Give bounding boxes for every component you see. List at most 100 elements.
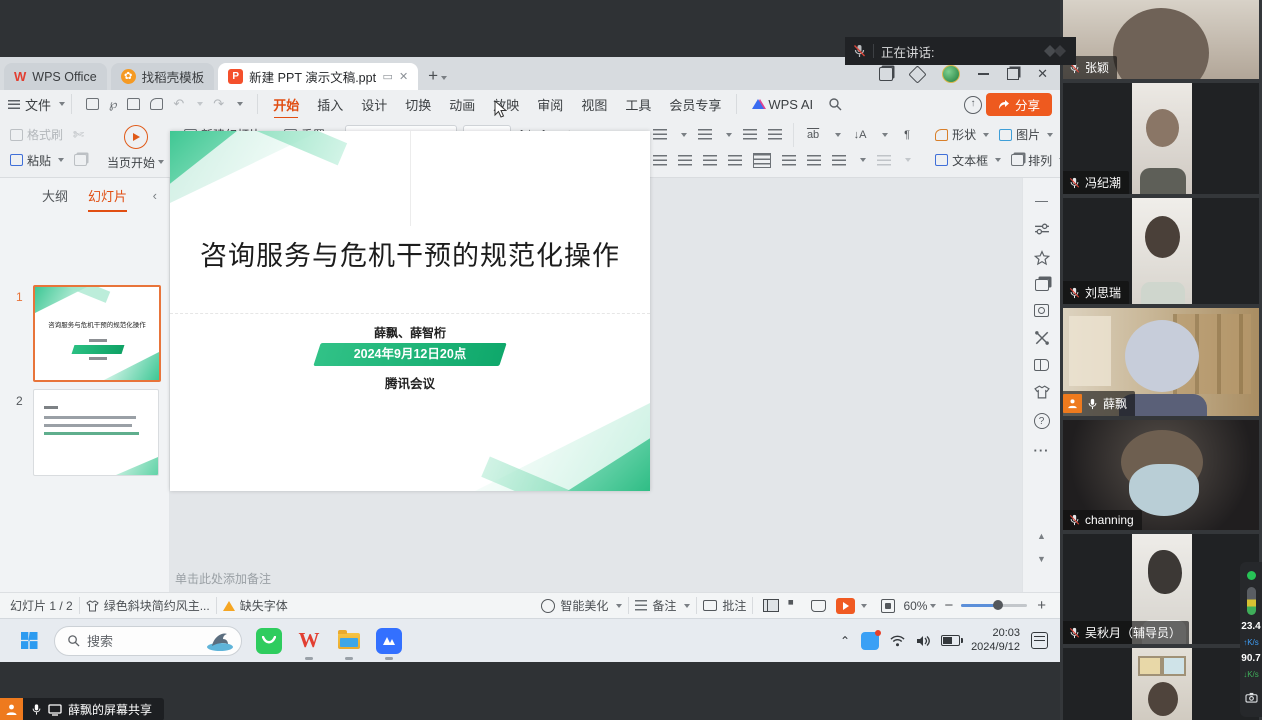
tab-close-icon[interactable]: ✕ — [399, 70, 408, 83]
tray-expand-icon[interactable]: ⌃ — [840, 634, 850, 648]
menu-insert[interactable]: 插入 — [308, 95, 352, 114]
taskbar-app-store-icon[interactable] — [256, 628, 282, 654]
reading-view-icon[interactable] — [811, 600, 826, 612]
slide-authors[interactable]: 薛飘、薛智桁 — [170, 324, 650, 341]
clone-slide-icon[interactable] — [1035, 279, 1049, 291]
notes-button[interactable]: 备注 — [635, 597, 690, 614]
properties-icon[interactable] — [1034, 221, 1050, 237]
tab-outline[interactable]: 大纲 — [42, 186, 68, 205]
tab-ppt-document[interactable]: P 新建 PPT 演示文稿.ppt ▭ ✕ — [218, 63, 418, 90]
missing-font-warning[interactable]: 缺失字体 — [223, 597, 288, 614]
theme-button[interactable]: 绿色斜块简约风主... — [86, 597, 210, 614]
undo-icon[interactable]: ↶ — [173, 96, 184, 112]
distribute-icon[interactable] — [753, 153, 771, 168]
slide-canvas[interactable]: 咨询服务与危机干预的规范化操作 薛飘、薛智桁 2024年9月12日20点 腾讯会… — [170, 131, 650, 491]
slide-platform[interactable]: 腾讯会议 — [170, 373, 650, 392]
menu-member[interactable]: 会员专享 — [660, 95, 730, 114]
more-options-icon[interactable]: ··· — [1034, 442, 1050, 458]
text-direction-icon[interactable]: ab — [805, 129, 821, 141]
screen-share-banner[interactable]: 薛飘的屏幕共享 — [0, 698, 164, 721]
wifi-icon[interactable] — [890, 635, 905, 647]
menu-wps-ai[interactable]: WPS AI — [743, 97, 822, 112]
play-from-current-button[interactable]: 当页开始 — [107, 154, 164, 171]
copy-icon[interactable] — [74, 154, 87, 166]
clock[interactable]: 20:03 2024/9/12 — [971, 627, 1020, 655]
fit-to-window-icon[interactable] — [881, 599, 895, 613]
normal-view-icon[interactable] — [763, 599, 779, 612]
notification-center-icon[interactable] — [1031, 632, 1048, 649]
decrease-indent-icon[interactable] — [743, 129, 757, 140]
zoom-in-button[interactable]: + — [1037, 597, 1046, 614]
paragraph-spacing-icon[interactable] — [832, 155, 846, 166]
participant-tile[interactable]: channing — [1063, 420, 1259, 530]
picture-button[interactable]: 图片 — [999, 126, 1053, 143]
slide1-thumbnail[interactable]: 咨询服务与危机干预的规范化操作 — [33, 285, 161, 382]
menu-review[interactable]: 审阅 — [528, 95, 572, 114]
zoom-out-button[interactable]: − — [944, 597, 953, 614]
zoom-slider[interactable] — [961, 604, 1027, 607]
justify-icon[interactable] — [728, 155, 742, 166]
notes-placeholder[interactable]: 单击此处添加备注 — [175, 570, 271, 587]
textbox-button[interactable]: 文本框 — [935, 152, 1001, 169]
participant-tile[interactable]: 刘思瑞 — [1063, 198, 1259, 304]
minimize-button[interactable] — [978, 73, 989, 75]
tab-preview-icon[interactable]: ▭ — [383, 70, 393, 83]
slide-sorter-icon[interactable] — [788, 600, 799, 611]
participant-tile[interactable]: 吴秋月（辅导员） — [1063, 534, 1259, 644]
paste-button[interactable]: 粘贴 — [10, 152, 64, 169]
numbered-list-icon[interactable] — [698, 129, 712, 140]
start-button[interactable] — [16, 628, 42, 654]
menu-animation[interactable]: 动画 — [440, 95, 484, 114]
taskbar-tencent-meeting-icon[interactable] — [376, 628, 402, 654]
tray-meeting-icon[interactable] — [861, 632, 879, 650]
taskbar-wps-icon[interactable]: W — [296, 628, 322, 654]
cut-icon[interactable]: ✄ — [73, 127, 84, 143]
workspace-icon[interactable] — [879, 67, 893, 81]
taskbar-search[interactable]: 搜索 — [54, 626, 242, 656]
share-button[interactable]: 分享 — [986, 93, 1052, 116]
export-pdf-icon[interactable]: ℘ — [109, 97, 117, 111]
save-icon[interactable] — [86, 98, 99, 110]
quickbar-chevron-icon[interactable] — [237, 102, 243, 106]
tab-list-chevron-icon[interactable] — [441, 76, 447, 80]
menu-design[interactable]: 设计 — [352, 95, 396, 114]
slide-date-banner[interactable]: 2024年9月12日20点 — [313, 343, 506, 366]
scroll-down-icon[interactable]: ▼ — [1037, 554, 1046, 564]
tab-slides[interactable]: 幻灯片 — [88, 186, 127, 205]
search-icon[interactable] — [828, 97, 842, 111]
participant-tile[interactable]: 张颖 — [1063, 0, 1259, 79]
menu-view[interactable]: 视图 — [572, 95, 616, 114]
align-left-icon[interactable] — [653, 155, 667, 166]
collapse-rail-icon[interactable]: — — [1034, 192, 1050, 208]
tab-wps-office[interactable]: W WPS Office — [4, 63, 107, 90]
scroll-up-icon[interactable]: ▲ — [1037, 531, 1046, 541]
restore-button[interactable] — [1007, 68, 1019, 80]
text-sort-icon[interactable]: ↓A — [852, 129, 868, 141]
redo-icon[interactable]: ↷ — [213, 96, 224, 112]
close-button[interactable]: ✕ — [1037, 69, 1048, 79]
column-spacing-icon[interactable] — [807, 155, 821, 166]
play-from-current-icon[interactable] — [124, 125, 148, 149]
arrange-button[interactable]: 排列 — [1011, 152, 1065, 169]
slideshow-button[interactable] — [836, 598, 867, 614]
reading-book-icon[interactable] — [1034, 359, 1049, 371]
menu-tools[interactable]: 工具 — [616, 95, 660, 114]
network-speed-widget[interactable]: 23.4 ↑K/s 90.7 ↓K/s — [1240, 562, 1262, 717]
participant-tile[interactable] — [1063, 648, 1259, 726]
screenshot-camera-icon[interactable] — [1245, 692, 1258, 703]
favorites-star-icon[interactable] — [1034, 250, 1050, 266]
resource-library-icon[interactable] — [1034, 304, 1049, 317]
participant-tile[interactable]: 薛飘 — [1063, 308, 1259, 416]
collapse-panel-icon[interactable]: ‹ — [153, 188, 157, 203]
align-center-icon[interactable] — [678, 155, 692, 166]
file-menu[interactable]: 文件 — [8, 95, 65, 114]
shapes-button[interactable]: 形状 — [935, 126, 989, 143]
help-icon[interactable]: ? — [1034, 413, 1050, 429]
slide2-thumbnail[interactable] — [33, 389, 159, 476]
skin-template-icon[interactable] — [1034, 384, 1050, 400]
menu-transition[interactable]: 切换 — [396, 95, 440, 114]
line-spacing-icon[interactable] — [782, 155, 796, 166]
zoom-level[interactable]: 60% — [903, 599, 936, 613]
taskbar-file-explorer-icon[interactable] — [336, 628, 362, 654]
menu-home[interactable]: 开始 — [264, 95, 308, 114]
